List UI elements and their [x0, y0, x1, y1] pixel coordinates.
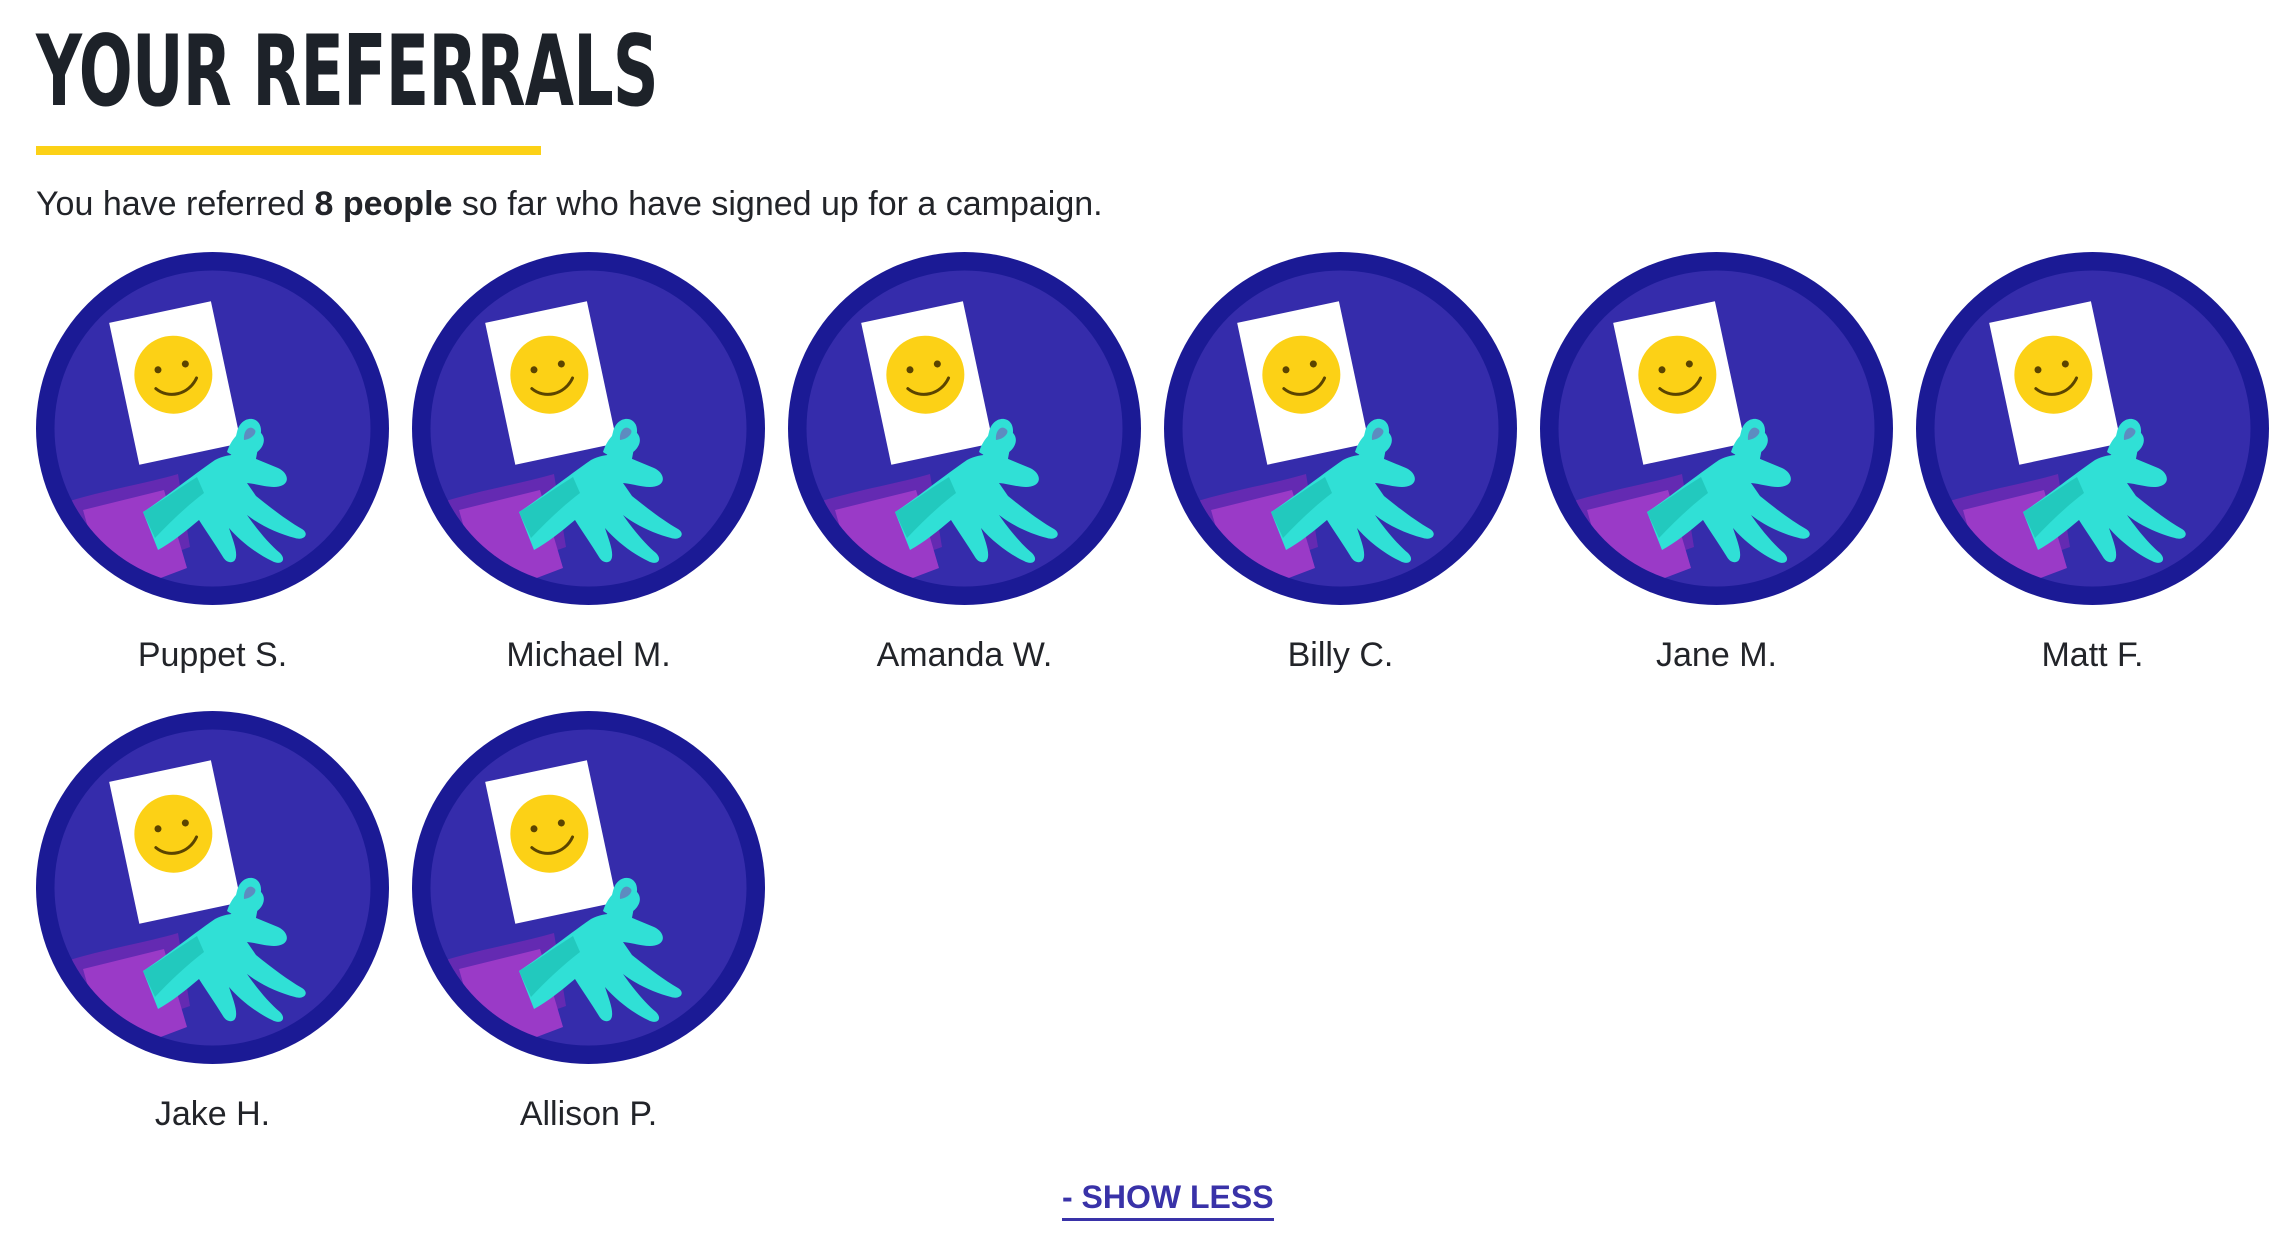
referral-name: Jake H.: [154, 1095, 271, 1133]
referral-card: Jake H.: [36, 711, 389, 1141]
smiley-sign-hand-icon: [412, 252, 765, 605]
summary-prefix: You have referred: [36, 185, 315, 223]
smiley-sign-hand-icon: [788, 252, 1141, 605]
referral-name: Allison P.: [519, 1095, 658, 1133]
smiley-sign-hand-icon: [1916, 252, 2269, 605]
smiley-sign-hand-icon: [36, 252, 389, 605]
referral-name: Puppet S.: [137, 636, 288, 674]
referral-card: Michael M.: [412, 252, 765, 682]
title-underline: [36, 146, 541, 155]
referral-card: Puppet S.: [36, 252, 389, 682]
referral-card: Allison P.: [412, 711, 765, 1141]
page-title: YOUR REFERRALS: [36, 15, 659, 129]
referral-name: Jane M.: [1656, 636, 1777, 674]
referral-name: Michael M.: [506, 636, 671, 674]
referrals-page: YOUR REFERRALS You have referred 8 peopl…: [0, 0, 2290, 1258]
referral-name: Matt F.: [2041, 636, 2144, 674]
referral-name: Amanda W.: [876, 636, 1053, 674]
smiley-sign-hand-icon: [412, 711, 765, 1064]
referral-card: Jane M.: [1540, 252, 1893, 682]
smiley-sign-hand-icon: [1540, 252, 1893, 605]
referral-summary: You have referred 8 people so far who ha…: [36, 178, 1103, 230]
referral-card: Amanda W.: [788, 252, 1141, 682]
referral-card: Billy C.: [1164, 252, 1517, 682]
referral-card: Matt F.: [1916, 252, 2269, 682]
referral-count: 8 people: [314, 185, 453, 223]
smiley-sign-hand-icon: [36, 711, 389, 1064]
referrals-heading: YOUR REFERRALS: [36, 15, 659, 155]
show-less-link[interactable]: - SHOW LESS: [1062, 1177, 1274, 1221]
summary-suffix: so far who have signed up for a campaign…: [452, 185, 1103, 223]
smiley-sign-hand-icon: [1164, 252, 1517, 605]
referral-grid: Puppet S. Michael M. Amanda W. Billy C. …: [36, 252, 2269, 1141]
referral-name: Billy C.: [1287, 636, 1394, 674]
